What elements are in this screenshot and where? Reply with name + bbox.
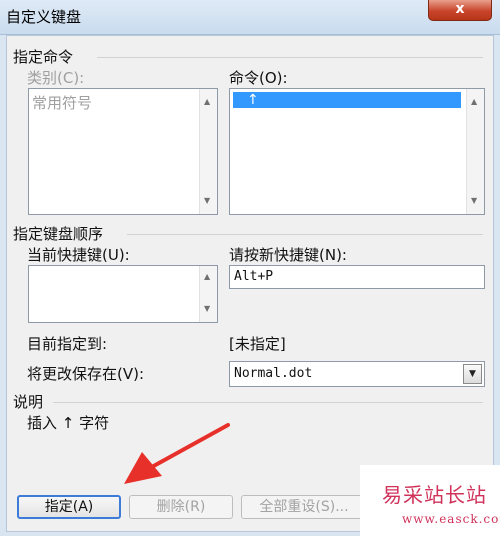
watermark-title: 易采站长站 — [382, 483, 487, 507]
watermark: 易采站长站 www.easck.com — [360, 465, 500, 536]
annotation-arrow-head — [124, 452, 162, 484]
annotation-arrow-shaft — [148, 423, 230, 470]
watermark-url: www.easck.com — [402, 512, 500, 526]
annotation-arrow — [124, 423, 230, 484]
